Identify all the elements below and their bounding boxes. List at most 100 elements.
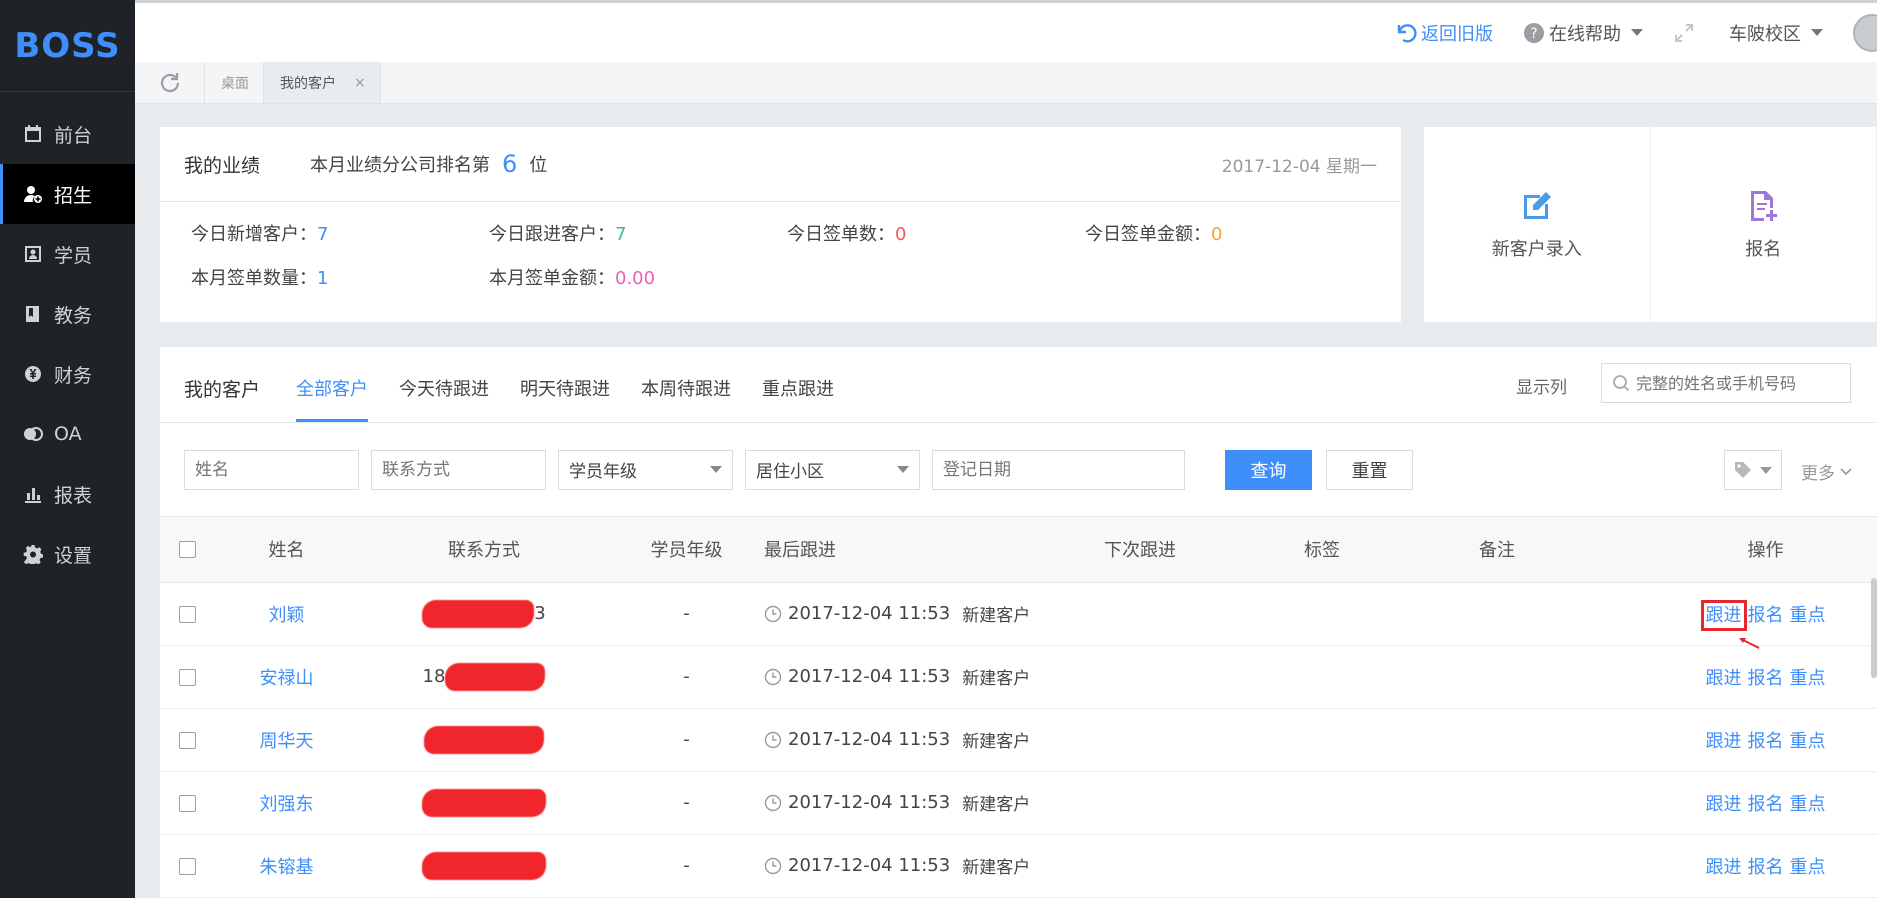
contact-cell [359,771,609,835]
show-columns-button[interactable]: 显示列 [1516,373,1567,398]
query-button[interactable]: 查询 [1225,449,1312,490]
search-icon [1613,375,1630,392]
customers-title: 我的客户 [184,379,261,401]
name-input[interactable] [195,459,348,480]
stat-new-customers-today: 今日新增客户：7 [191,224,329,245]
bar-chart-icon [22,483,44,505]
follow-button[interactable]: 跟进 [1700,599,1747,631]
contact-input[interactable] [382,459,535,480]
customers-header: 我的客户 全部客户 今天待跟进 明天待跟进 本周待跟进 重点跟进 显示列 [160,347,1877,423]
top-header: 返回旧版 ? 在线帮助 车陂校区 [135,0,1877,62]
tab-key-follow[interactable]: 重点跟进 [762,375,834,422]
customer-name-link[interactable]: 刘颖 [269,605,305,626]
online-help-menu[interactable]: ? 在线帮助 [1523,20,1643,46]
tag-icon [1735,462,1751,478]
search-input[interactable] [1636,373,1846,393]
customer-name-link[interactable]: 刘强东 [260,794,314,815]
sidebar-item-reports[interactable]: 报表 [0,464,135,524]
enroll-link[interactable]: 报名 [1748,857,1784,878]
clock-icon [764,731,782,748]
performance-header: 我的业绩 本月业绩分公司排名第 6 位 2017-12-04 星期一 [160,127,1401,202]
fullscreen-button[interactable] [1673,22,1699,44]
enroll-link[interactable]: 报名 [1748,605,1784,626]
select-all-checkbox[interactable] [178,541,196,559]
col-actions: 操作 [1654,517,1877,583]
sidebar-item-enrollment[interactable]: 招生 [0,164,135,224]
document-add-icon [1751,190,1778,221]
filter-bar: 学员年级 居住小区 查询 重置 更多 [160,423,1877,517]
tab-all-customers[interactable]: 全部客户 [296,375,369,422]
tab-follow-this-week[interactable]: 本周待跟进 [641,375,731,422]
sidebar-item-academic[interactable]: 教务 [0,284,135,344]
tag-filter-button[interactable] [1724,450,1782,490]
table-header-row: 姓名 联系方式 学员年级 最后跟进 下次跟进 标签 备注 操作 [160,517,1877,583]
col-name: 姓名 [214,517,359,583]
name-filter [184,449,359,490]
focus-link[interactable]: 重点 [1790,794,1826,815]
tab-follow-today[interactable]: 今天待跟进 [399,375,489,422]
enroll-button[interactable]: 报名 [1651,127,1877,322]
sidebar-item-students[interactable]: 学员 [0,224,135,284]
sidebar-item-reception[interactable]: 前台 [0,104,135,164]
row-checkbox[interactable] [178,794,196,812]
avatar[interactable] [1853,13,1877,52]
col-tags: 标签 [1304,517,1479,583]
row-checkbox[interactable] [178,605,196,623]
customer-name-link[interactable]: 安禄山 [260,668,314,689]
reg-date-input[interactable] [943,459,1174,480]
col-notes: 备注 [1479,517,1654,583]
close-icon[interactable]: × [354,75,366,91]
row-checkbox[interactable] [178,857,196,875]
focus-link[interactable]: 重点 [1790,605,1826,626]
refresh-icon [160,72,179,92]
focus-link[interactable]: 重点 [1790,731,1826,752]
reset-button[interactable]: 重置 [1326,449,1413,490]
focus-link[interactable]: 重点 [1790,857,1826,878]
tab-desktop[interactable]: 桌面 [205,62,264,103]
grade-select[interactable]: 学员年级 [558,449,733,490]
performance-card: 我的业绩 本月业绩分公司排名第 6 位 2017-12-04 星期一 今日新增客… [160,127,1401,322]
more-filters-button[interactable]: 更多 [1801,459,1853,484]
undo-icon [1397,23,1417,43]
redaction-mark [422,788,546,817]
row-checkbox[interactable] [178,668,196,686]
customer-name-link[interactable]: 周华天 [260,731,314,752]
sidebar: BOSS 前台 招生 学员 教务 财务 OA 报表 设置 [0,0,135,898]
svg-text:?: ? [1530,26,1537,42]
return-old-version-link[interactable]: 返回旧版 [1395,20,1493,46]
follow-link[interactable]: 跟进 [1706,857,1742,878]
contact-filter [371,449,546,490]
new-customer-button[interactable]: 新客户录入 [1424,127,1651,322]
reg-date-filter [932,449,1185,490]
help-icon: ? [1524,22,1544,43]
tab-follow-tomorrow[interactable]: 明天待跟进 [520,375,610,422]
follow-link[interactable]: 跟进 [1706,794,1742,815]
clock-icon [764,857,782,874]
campus-selector[interactable]: 车陂校区 [1729,20,1823,46]
follow-link[interactable]: 跟进 [1706,668,1742,689]
stat-signed-orders-today: 今日签单数：0 [787,224,907,245]
table-scrollbar[interactable] [1871,578,1877,678]
row-checkbox[interactable] [178,731,196,749]
enroll-link[interactable]: 报名 [1748,668,1784,689]
tab-my-customers[interactable]: 我的客户 × [264,62,381,103]
sidebar-item-oa[interactable]: OA [0,404,135,464]
enroll-link[interactable]: 报名 [1748,794,1784,815]
logo[interactable]: BOSS [0,0,135,92]
last-follow: 2017-12-04 11:53 新建客户 [764,601,1104,626]
sidebar-item-settings[interactable]: 设置 [0,524,135,584]
row-actions: 跟进 报名 重点 [1654,708,1877,772]
community-select[interactable]: 居住小区 [745,449,920,490]
focus-link[interactable]: 重点 [1790,668,1826,689]
follow-link[interactable]: 跟进 [1706,731,1742,752]
refresh-button[interactable] [135,62,205,103]
col-last-follow: 最后跟进 [764,517,1104,583]
stat-signed-amount-month: 本月签单金额：0.00 [489,268,656,289]
customers-table: 姓名 联系方式 学员年级 最后跟进 下次跟进 标签 备注 操作 刘颖 3 - 2… [160,517,1877,898]
col-grade: 学员年级 [609,517,764,583]
oa-icon [22,423,44,445]
clock-icon [764,794,782,811]
sidebar-item-finance[interactable]: 财务 [0,344,135,404]
customer-name-link[interactable]: 朱镕基 [260,857,314,878]
enroll-link[interactable]: 报名 [1748,731,1784,752]
